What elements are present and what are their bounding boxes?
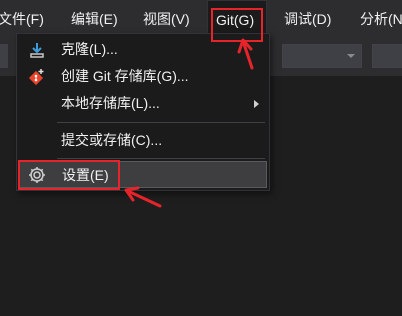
chevron-down-icon — [347, 54, 355, 58]
git-menu-create-repo[interactable]: 创建 Git 存储库(G)... — [19, 63, 267, 90]
chevron-right-icon — [254, 100, 259, 108]
git-menu-local-repos[interactable]: 本地存储库(L)... — [19, 90, 267, 117]
menu-file[interactable]: 文件(F) — [0, 0, 44, 34]
menu-view[interactable]: 视图(V) — [143, 0, 190, 34]
menu-edit[interactable]: 编辑(E) — [71, 0, 118, 34]
annotation-box-git — [211, 8, 263, 42]
startup-dropdown[interactable] — [372, 44, 402, 68]
menu-separator — [57, 158, 265, 159]
menu-analyze[interactable]: 分析(N — [360, 0, 402, 34]
git-menu-commit-stash[interactable]: 提交或存储(C)... — [19, 127, 267, 154]
platform-dropdown[interactable] — [282, 44, 362, 68]
git-menu-local-repos-label: 本地存储库(L)... — [61, 95, 160, 111]
toolbar-handle[interactable] — [0, 44, 8, 68]
menu-separator — [57, 122, 265, 123]
clone-download-icon — [27, 40, 47, 60]
menu-bar: 文件(F) 编辑(E) 视图(V) Git(G) 调试(D) 分析(N — [0, 0, 402, 34]
create-git-repo-icon — [27, 67, 47, 87]
menu-debug[interactable]: 调试(D) — [284, 0, 331, 34]
git-menu-clone-label: 克隆(L)... — [61, 41, 118, 57]
annotation-box-settings — [18, 160, 120, 190]
git-menu-create-repo-label: 创建 Git 存储库(G)... — [61, 68, 189, 84]
git-menu-commit-stash-label: 提交或存储(C)... — [61, 132, 163, 148]
